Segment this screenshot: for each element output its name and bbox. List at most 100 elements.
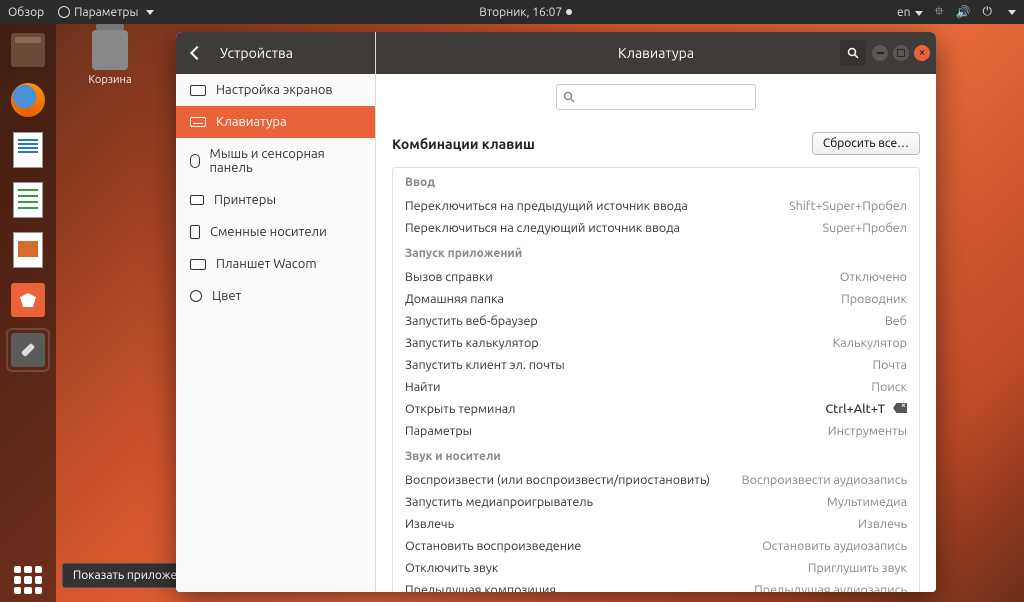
network-icon[interactable]: ⯐ (935, 2, 944, 23)
shortcut-binding: Проводник (841, 292, 907, 306)
monitor-icon (190, 85, 206, 96)
shortcut-binding: Почта (873, 358, 907, 372)
shortcut-action: Остановить воспроизведение (405, 539, 581, 553)
launcher-impress[interactable] (6, 228, 50, 272)
backspace-icon[interactable] (893, 403, 907, 413)
sidebar-item-keyboard[interactable]: Клавиатура (176, 106, 375, 138)
shortcut-search-field[interactable] (581, 91, 749, 104)
sidebar-item-label: Настройка экранов (216, 83, 333, 97)
shortcut-binding: Super+Пробел (823, 221, 907, 235)
chevron-down-icon (915, 11, 923, 16)
shortcut-binding: Инструменты (828, 424, 907, 438)
shortcut-action: Запустить калькулятор (405, 336, 539, 350)
launcher-calc[interactable] (6, 178, 50, 222)
chevron-down-icon (1008, 10, 1016, 15)
launcher-firefox[interactable] (6, 78, 50, 122)
shortcut-binding: Ctrl+Alt+T (825, 402, 907, 416)
shortcut-row[interactable]: Предыдущая композицияПредыдущая аудиозап… (393, 579, 919, 592)
shortcut-binding: Shift+Super+Пробел (789, 199, 907, 213)
shortcut-search-input[interactable] (556, 84, 756, 110)
shortcut-row[interactable]: ИзвлечьИзвлечь (393, 513, 919, 535)
volume-icon[interactable]: 🔊 (956, 5, 971, 19)
shortcut-binding: Отключено (840, 270, 907, 284)
shortcut-row[interactable]: Переключиться на предыдущий источник вво… (393, 195, 919, 217)
search-icon (563, 91, 575, 103)
shortcut-row[interactable]: Запустить клиент эл. почты Почта (393, 354, 919, 376)
shortcut-action: Воспроизвести (или воспроизвести/приоста… (405, 473, 710, 487)
shortcut-row[interactable]: Домашняя папкаПроводник (393, 288, 919, 310)
shortcut-group-header: Звук и носители (393, 442, 919, 469)
activities-button[interactable]: Обзор (8, 6, 44, 19)
clock[interactable]: Вторник, 16:07 (479, 6, 572, 19)
shortcut-row[interactable]: Отключить звукПриглушить звук (393, 557, 919, 579)
shortcut-row[interactable]: Воспроизвести (или воспроизвести/приоста… (393, 469, 919, 491)
launcher-settings[interactable] (6, 328, 50, 372)
sidebar-item-monitor[interactable]: Настройка экранов (176, 74, 375, 106)
launcher-writer[interactable] (6, 128, 50, 172)
sidebar-item-label: Планшет Wacom (216, 257, 317, 271)
back-button[interactable] (184, 40, 210, 66)
shortcut-action: Параметры (405, 424, 472, 438)
shortcut-row[interactable]: Параметры Инструменты (393, 420, 919, 442)
shortcut-binding: Поиск (871, 380, 907, 394)
shortcut-binding: Приглушить звук (808, 561, 907, 575)
shortcut-row[interactable]: Открыть терминал Ctrl+Alt+T (393, 398, 919, 420)
sidebar-title: Устройства (220, 45, 293, 61)
launcher-software[interactable] (6, 278, 50, 322)
window-close-button[interactable] (914, 45, 930, 61)
main-header: Клавиатура (376, 32, 936, 74)
shortcut-action: Переключиться на следующий источник ввод… (405, 221, 680, 235)
shortcut-row[interactable]: НайтиПоиск (393, 376, 919, 398)
grid-icon (14, 566, 42, 594)
shortcut-action: Запустить клиент эл. почты (405, 358, 565, 372)
chevron-down-icon (146, 10, 154, 15)
sidebar-item-usb[interactable]: Сменные носители (176, 216, 375, 248)
shortcut-binding: Остановить аудиозапись (762, 539, 907, 553)
mouse-icon (190, 154, 200, 168)
shortcut-action: Извлечь (405, 517, 454, 531)
shortcut-group-header: Запуск приложений (393, 239, 919, 266)
sidebar-item-mouse[interactable]: Мышь и сенсорная панель (176, 138, 375, 184)
shortcut-row[interactable]: Запустить веб-браузерВеб (393, 310, 919, 332)
sidebar-item-label: Клавиатура (216, 115, 287, 129)
launcher-dock (0, 24, 56, 602)
window-maximize-button[interactable] (893, 45, 909, 61)
shortcut-row[interactable]: Остановить воспроизведение Остановить ауд… (393, 535, 919, 557)
sidebar-item-tablet[interactable]: Планшет Wacom (176, 248, 375, 280)
desktop-trash[interactable]: Корзина (80, 30, 140, 86)
window-minimize-button[interactable] (872, 45, 888, 61)
document-icon (13, 132, 43, 168)
power-icon[interactable]: ⏻ (983, 5, 993, 19)
reset-all-button[interactable]: Сбросить все… (812, 132, 920, 155)
search-button[interactable] (840, 40, 866, 66)
sidebar-item-label: Мышь и сенсорная панель (210, 147, 361, 175)
spreadsheet-icon (13, 182, 43, 218)
sidebar-item-color[interactable]: Цвет (176, 280, 375, 312)
sidebar-item-label: Сменные носители (210, 225, 327, 239)
shortcut-row[interactable]: Запустить медиапроигрывательМультимедиа (393, 491, 919, 513)
usb-icon (190, 225, 200, 239)
launcher-files[interactable] (6, 28, 50, 72)
keyboard-icon (190, 117, 206, 127)
shortcut-action: Запустить медиапроигрыватель (405, 495, 593, 509)
sidebar-item-printer[interactable]: Принтеры (176, 184, 375, 216)
lang-indicator[interactable]: en (897, 6, 922, 19)
app-menu-label: Параметры (74, 6, 138, 19)
sidebar-item-label: Принтеры (214, 193, 276, 207)
shortcut-action: Запустить веб-браузер (405, 314, 538, 328)
shortcut-row[interactable]: Запустить калькулятор Калькулятор (393, 332, 919, 354)
shortcuts-panel: ВводПереключиться на предыдущий источник… (392, 167, 920, 592)
shortcut-row[interactable]: Вызов справки Отключено (393, 266, 919, 288)
color-icon (190, 290, 202, 302)
show-apps-button[interactable] (6, 558, 50, 602)
presentation-icon (13, 232, 43, 268)
software-center-icon (11, 283, 45, 317)
shortcut-row[interactable]: Переключиться на следующий источник ввод… (393, 217, 919, 239)
shortcut-action: Вызов справки (405, 270, 493, 284)
app-menu[interactable]: Параметры (58, 6, 154, 19)
shortcut-binding: Калькулятор (833, 336, 907, 350)
shortcut-action: Открыть терминал (405, 402, 515, 416)
tablet-icon (190, 259, 206, 270)
settings-icon (11, 333, 45, 367)
printer-icon (190, 195, 204, 205)
